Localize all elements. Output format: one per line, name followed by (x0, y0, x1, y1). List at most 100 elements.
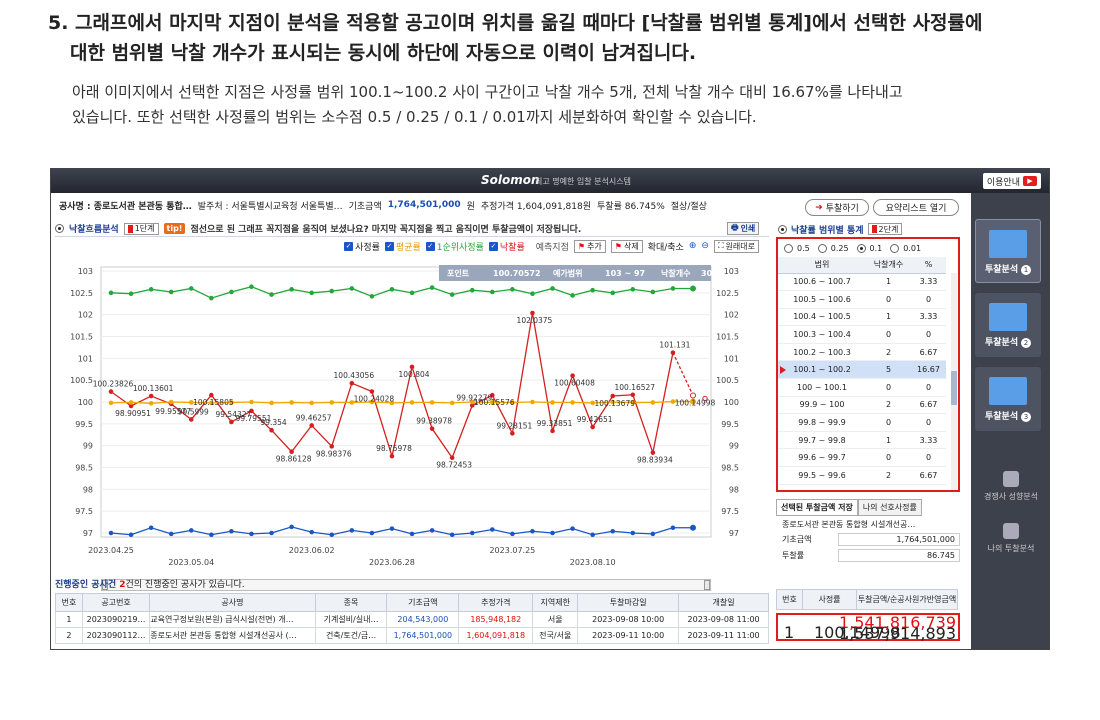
range-cell-text: 0 (925, 453, 932, 463)
checkbox-rate[interactable]: ✓ 사정률 (344, 240, 380, 253)
zoom-out-icon[interactable]: ⊖ (701, 241, 709, 251)
range-col-header: 낙찰개수 (865, 257, 911, 274)
range-cell-text: 0 (925, 294, 932, 304)
checkbox-winning-rate[interactable]: ✓ 낙찰률 (488, 240, 525, 253)
scrollbar-thumb[interactable] (951, 371, 957, 405)
table-cell: 종로도서관 본관동 통합형 시설개선공사 (… (149, 627, 316, 644)
sidebar-item-my-analysis[interactable]: 나의 투찰분석 (971, 523, 1049, 554)
y-tick-left: 101 (78, 354, 93, 363)
checkbox-average[interactable]: ✓ 평균률 (384, 240, 421, 253)
scroller-handle-right[interactable] (704, 580, 710, 590)
data-point (429, 426, 435, 431)
print-button[interactable]: 🖶 인쇄 (727, 222, 760, 235)
table-row[interactable]: 1 2023090219… 교육연구정보원(본원) 급식시설(전면) 개… 기계설비/… (55, 611, 769, 628)
range-cell-text: 3.33 (919, 277, 938, 287)
range-cell-text: 1 (885, 312, 892, 322)
precision-label: 0.25 (830, 243, 849, 253)
tab-saved-amount[interactable]: 선택된 투찰금액 저장 (776, 499, 858, 516)
reset-view-button[interactable]: ⛶ 원래대로 (713, 239, 759, 253)
tab-preferred-rate[interactable]: 나의 선호사정률 (857, 499, 922, 516)
range-cell-text: 0 (925, 418, 932, 428)
y-tick-left: 98 (83, 485, 93, 494)
data-point (510, 287, 515, 292)
table-cell: 1 (55, 611, 83, 628)
stage-2-badge[interactable]: 2단계 (867, 223, 903, 235)
data-point (309, 400, 314, 406)
stage-1-badge[interactable]: 1단계 (123, 222, 159, 235)
precision-radio-icon[interactable] (784, 243, 793, 253)
y-tick-left: 97 (83, 529, 93, 538)
range-row[interactable]: 100.5 ~ 100.6 0 0 (778, 290, 946, 309)
range-row[interactable]: 100.6 ~ 100.7 1 3.33 (778, 273, 946, 292)
rate-line-chart[interactable]: 103 103 102.5 102.5 102 102 101.5 101.5 101 101 10… (55, 261, 769, 579)
range-row[interactable]: 100.1 ~ 100.2 5 16.67 (778, 360, 946, 380)
range-row[interactable]: 100 ~ 100.1 0 0 (778, 378, 946, 397)
range-table-scrollbar[interactable] (951, 273, 957, 490)
saved-rate-label: 투찰률 (782, 550, 805, 560)
data-point (209, 532, 214, 538)
data-point (128, 532, 134, 538)
table-row[interactable]: 2 2023090112… 종로도서관 본관동 통합형 시설개선공사 (… 건축/토건… (55, 627, 769, 644)
ongoing-suffix: 건의 진행중인 공사가 있습니다. (125, 580, 245, 590)
range-row[interactable]: 100.2 ~ 100.3 2 6.67 (778, 343, 946, 362)
usage-guide-button[interactable]: 이용안내 ▶ (982, 173, 1041, 189)
saved-history-row[interactable]: 1 100.14998 1,541,816,739 1,537,914,893 (776, 613, 960, 642)
range-row[interactable]: 100.4 ~ 100.5 1 3.33 (778, 308, 946, 327)
data-label: 100.16527 (615, 383, 656, 392)
y-tick-right: 99 (729, 442, 739, 451)
range-stats-box: 0.5 0.25 0.1 0.01 범위 낙찰개수% 100.6 ~ 100.7 1 3.33… (776, 237, 960, 492)
precision-radio-icon[interactable] (890, 243, 900, 253)
data-point (269, 400, 274, 406)
sidebar-item-competitor[interactable]: 경쟁사 성향분석 (971, 471, 1049, 502)
range-row[interactable]: 100.3 ~ 100.4 0 0 (778, 325, 946, 344)
data-point (148, 393, 154, 399)
checkbox-icon: ✓ (425, 241, 435, 251)
data-point (168, 399, 174, 405)
range-cell: 0 (910, 413, 946, 432)
data-label: 100.15576 (474, 398, 515, 407)
data-point (249, 284, 254, 290)
flag-icon (127, 224, 133, 233)
range-row[interactable]: 99.7 ~ 99.8 1 3.33 (778, 431, 946, 450)
chart-icon (989, 230, 1027, 258)
zoom-in-icon[interactable]: ⊕ (689, 241, 697, 251)
hist-col-amount: 투찰금액/순공사원가반영금액 (856, 589, 958, 610)
y-tick-left: 102 (78, 311, 93, 320)
y-tick-right: 99.5 (721, 420, 739, 429)
sidebar-item-bid-analysis-2[interactable]: 투찰분석 2 (975, 293, 1041, 357)
precision-radio-icon[interactable] (856, 243, 866, 253)
data-point (188, 417, 194, 422)
reset-label: 원래대로 (725, 241, 755, 251)
data-point (409, 531, 415, 537)
range-row[interactable]: 99.9 ~ 100 2 6.67 (778, 396, 946, 415)
data-point (630, 287, 636, 292)
range-cell-text: 100.1 ~ 100.2 (793, 365, 851, 375)
bid-label: 투찰하기 (825, 204, 859, 214)
range-cell-text: 100.5 ~ 100.6 (793, 294, 851, 304)
data-point (630, 392, 636, 398)
data-point (148, 525, 154, 531)
data-label: 99.38978 (416, 417, 452, 426)
data-point (670, 525, 676, 531)
range-cell: 5 (865, 360, 911, 380)
range-row[interactable]: 99.8 ~ 99.9 0 0 (778, 413, 946, 432)
range-row[interactable]: 99.5 ~ 99.6 2 6.67 (778, 466, 946, 485)
range-cell-text: 5 (885, 365, 892, 375)
bid-button[interactable]: ➜ 투찰하기 (805, 199, 869, 216)
data-label: 100.14998 (675, 398, 716, 407)
sidebar-item-bid-analysis-3[interactable]: 투찰분석 3 (975, 367, 1041, 431)
data-point (209, 392, 214, 398)
data-point[interactable] (690, 392, 696, 399)
summary-list-button[interactable]: 요약리스트 열기 (873, 199, 959, 216)
desc-line-1: 아래 이미지에서 선택한 지점은 사정률 범위 100.1~100.2 사이 구… (72, 83, 903, 101)
data-label: 98.90951 (115, 409, 151, 418)
data-label: 99.46257 (296, 413, 332, 422)
add-point-button[interactable]: ⚑ 추가 (573, 239, 606, 253)
x-tick-top: 2023.07.25 (489, 546, 535, 555)
delete-point-button[interactable]: ⚑ 삭제 (610, 239, 643, 253)
range-row[interactable]: 99.6 ~ 99.7 0 0 (778, 448, 946, 468)
data-point (269, 530, 274, 536)
precision-radio-icon[interactable] (817, 243, 827, 253)
sidebar-item-bid-analysis-1[interactable]: 투찰분석 1 (975, 219, 1041, 283)
checkbox-first-rank[interactable]: ✓ 1순위사정률 (425, 240, 484, 253)
